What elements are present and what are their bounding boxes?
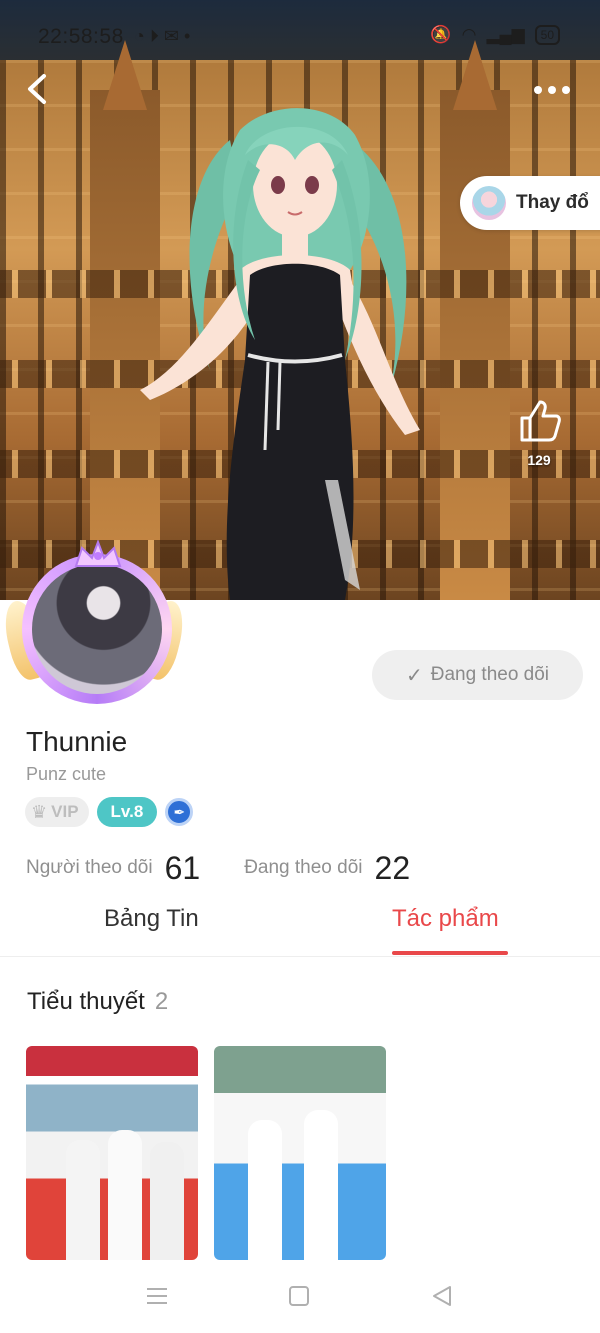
more-button[interactable]	[532, 78, 572, 102]
novels-section-title: Tiểu thuyết 2	[27, 988, 168, 1016]
crown-icon: ♛	[31, 801, 48, 822]
following-label[interactable]: Đang theo dõi	[244, 857, 362, 879]
status-time: 22:58:58	[38, 25, 124, 48]
signal-icon: ▂▄▆	[486, 25, 525, 44]
menu-icon[interactable]	[146, 1286, 168, 1306]
following-button[interactable]: ✓ Đang theo dõi	[372, 650, 583, 700]
avatar-photo	[32, 564, 162, 694]
level-badge[interactable]: Lv.8	[96, 797, 158, 827]
battery-icon: 50	[534, 25, 560, 45]
vip-label: VIP	[51, 802, 79, 821]
check-icon: ✓	[405, 664, 423, 687]
thumbs-up-icon	[520, 400, 561, 442]
cover-figure	[304, 1110, 338, 1260]
vip-badge[interactable]: ♛ VIP	[25, 797, 89, 827]
like-button[interactable]: 129	[510, 396, 568, 476]
pen-icon[interactable]: ✒	[165, 798, 194, 826]
profile-stats: Người theo dõi 61 Đang theo dõi 22	[26, 848, 410, 888]
system-status-icons: 🔕 ◠ ▂▄▆ 50	[430, 25, 560, 45]
mute-icon: 🔕	[430, 25, 452, 44]
wifi-icon: ◠	[461, 25, 477, 44]
profile-tabs: Bảng Tin Tác phẩm	[0, 895, 600, 957]
followers-count[interactable]: 61	[165, 850, 201, 887]
more-dots-icon	[534, 86, 570, 94]
avatar-crown-icon	[74, 540, 122, 567]
following-count[interactable]: 22	[375, 850, 411, 887]
tab-works[interactable]: Tác phẩm	[392, 905, 499, 933]
following-button-label: Đang theo dõi	[430, 664, 550, 685]
cover-figure	[66, 1140, 100, 1260]
status-bar: 22:58:58 ◔ ⏵ ✉ • 🔕 ◠ ▂▄▆ 50	[0, 0, 600, 70]
section-count: 2	[154, 988, 169, 1015]
cover-figure	[108, 1130, 142, 1260]
active-tab-indicator	[392, 951, 508, 955]
section-title-label: Tiểu thuyết	[27, 988, 145, 1015]
home-square-icon[interactable]	[289, 1286, 309, 1306]
cover-figure	[248, 1120, 282, 1260]
change-outfit-button[interactable]: Thay đổ	[460, 176, 600, 230]
tab-feed[interactable]: Bảng Tin	[104, 905, 199, 933]
triangle-back-icon[interactable]	[430, 1284, 454, 1308]
profile-banner: 22:58:58 ◔ ⏵ ✉ • 🔕 ◠ ▂▄▆ 50 Thay đổ 129	[0, 0, 600, 600]
like-count: 129	[527, 452, 551, 468]
novel-card[interactable]	[214, 1046, 386, 1260]
profile-avatar[interactable]	[0, 540, 190, 708]
cover-figure	[150, 1142, 184, 1260]
change-outfit-label: Thay đổ	[516, 192, 589, 213]
novel-card[interactable]	[26, 1046, 198, 1260]
anime-character-illustration	[140, 108, 420, 600]
profile-bio: Punz cute	[26, 764, 107, 784]
profile-name: Thunnie	[26, 726, 128, 757]
outfit-thumbnail	[472, 186, 506, 220]
notification-icons: ◔ ⏵ ✉ •	[134, 26, 191, 46]
profile-badges: ♛ VIP Lv.8 ✒	[25, 796, 194, 828]
system-navigation-bar	[0, 1262, 600, 1333]
followers-label[interactable]: Người theo dõi	[26, 857, 153, 879]
back-button[interactable]	[20, 70, 54, 108]
